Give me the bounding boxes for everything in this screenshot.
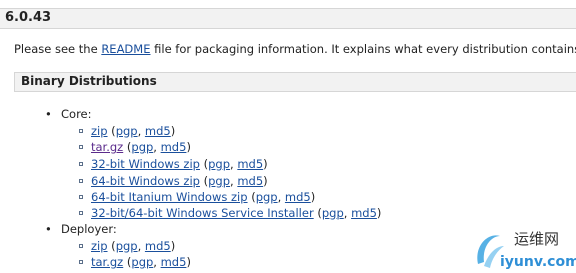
square-bullet-icon — [79, 259, 83, 264]
md5-link[interactable]: md5 — [145, 239, 171, 253]
pgp-link[interactable]: pgp — [256, 190, 278, 204]
list-item: tar.gz (pgp, md5) — [79, 140, 191, 154]
md5-link[interactable]: md5 — [351, 206, 377, 220]
md5-link[interactable]: md5 — [145, 124, 171, 138]
download-link[interactable]: zip — [91, 124, 108, 138]
md5-link[interactable]: md5 — [237, 174, 263, 188]
square-bullet-icon — [79, 178, 83, 183]
watermark-latin-text: iyunv.com — [500, 254, 576, 270]
watermark-cn-text: 运维网 — [514, 230, 559, 248]
download-link[interactable]: 32-bit Windows zip — [91, 157, 200, 171]
md5-link[interactable]: md5 — [161, 255, 187, 269]
md5-link[interactable]: md5 — [285, 190, 311, 204]
intro-text: Please see the README file for packaging… — [14, 42, 576, 56]
pgp-link[interactable]: pgp — [131, 255, 153, 269]
group-core: • Core: — [45, 107, 92, 121]
square-bullet-icon — [79, 161, 83, 166]
bullet-icon: • — [45, 222, 52, 236]
square-bullet-icon — [79, 210, 83, 215]
pgp-link[interactable]: pgp — [208, 174, 230, 188]
section-title: Binary Distributions — [21, 74, 157, 88]
download-link[interactable]: 64-bit Itanium Windows zip — [91, 190, 248, 204]
list-item: 64-bit Itanium Windows zip (pgp, md5) — [79, 190, 315, 204]
readme-link[interactable]: README — [101, 42, 150, 56]
version-title: 6.0.43 — [5, 10, 52, 25]
pgp-link[interactable]: pgp — [131, 140, 153, 154]
list-item: 64-bit Windows zip (pgp, md5) — [79, 174, 268, 188]
group-deployer: • Deployer: — [45, 222, 117, 236]
list-item: 32-bit Windows zip (pgp, md5) — [79, 157, 268, 171]
square-bullet-icon — [79, 243, 83, 248]
bullet-icon: • — [45, 107, 52, 121]
list-item: 32-bit/64-bit Windows Service Installer … — [79, 206, 381, 220]
square-bullet-icon — [79, 194, 83, 199]
square-bullet-icon — [79, 128, 83, 133]
pgp-link[interactable]: pgp — [322, 206, 344, 220]
pgp-link[interactable]: pgp — [116, 124, 138, 138]
watermark-logo: 运维网 iyunv.com — [477, 230, 576, 270]
pgp-link[interactable]: pgp — [116, 239, 138, 253]
section-header: Binary Distributions — [14, 72, 576, 92]
download-link[interactable]: tar.gz — [91, 140, 123, 154]
md5-link[interactable]: md5 — [161, 140, 187, 154]
list-item: zip (pgp, md5) — [79, 239, 175, 253]
download-link[interactable]: zip — [91, 239, 108, 253]
version-header: 6.0.43 — [0, 8, 576, 29]
square-bullet-icon — [79, 144, 83, 149]
pgp-link[interactable]: pgp — [208, 157, 230, 171]
list-item: zip (pgp, md5) — [79, 124, 175, 138]
download-link[interactable]: 32-bit/64-bit Windows Service Installer — [91, 206, 314, 220]
group-label: Deployer: — [61, 222, 117, 236]
list-item: tar.gz (pgp, md5) — [79, 255, 191, 269]
group-label: Core: — [61, 107, 92, 121]
md5-link[interactable]: md5 — [237, 157, 263, 171]
download-link[interactable]: tar.gz — [91, 255, 123, 269]
download-link[interactable]: 64-bit Windows zip — [91, 174, 200, 188]
